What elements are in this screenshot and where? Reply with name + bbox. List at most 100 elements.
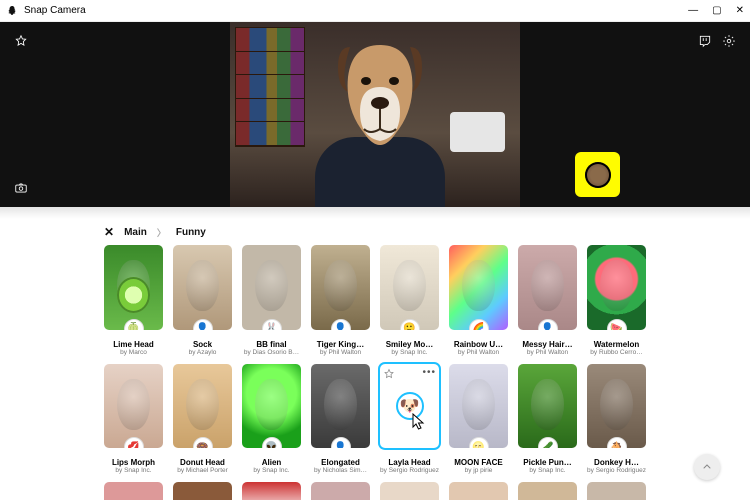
lens-card[interactable] [449,482,508,500]
capture-button[interactable] [10,177,32,199]
lens-name: BB final [242,340,301,349]
lens-card[interactable]: 🌝MOON FACEby jp pirie [449,364,508,475]
lens-name: Messy Hair… [518,340,577,349]
lens-browser: ✕ Main 〉 Funny 🍈Lime Headby Marco👤Sockby… [0,219,750,500]
lens-thumbnail[interactable]: 💋 [104,364,163,449]
background-bookshelf [235,27,305,147]
lens-badge-icon: 🌝 [469,437,489,448]
lens-card[interactable]: 👤Elongatedby Nicholas Sim… [311,364,370,475]
window-titlebar: Snap Camera — ▢ ✕ [0,0,750,22]
lens-author: by Azaylo [173,349,232,356]
lens-name: Donkey H… [587,458,646,467]
lens-card[interactable]: 🥒 Pickle Pun…by Snap Inc. [518,364,577,475]
cursor-icon [412,413,426,436]
lens-name: Lime Head [104,340,163,349]
lens-card[interactable] [380,482,439,500]
lens-name: Pickle Pun… [518,458,577,467]
lens-badge-icon: 🙂 [400,319,420,330]
lens-badge-icon: 🍩 [193,437,213,448]
lens-thumbnail[interactable] [449,482,508,500]
lens-card[interactable]: 🙂Smiley Mo…by Snap Inc. [380,245,439,356]
window-minimize-button[interactable]: — [688,5,698,16]
lens-card[interactable]: 💋Lips Morphby Snap Inc. [104,364,163,475]
app-icon [6,5,18,17]
lens-card[interactable]: 🍉Watermelonby Rubbo Cerro… [587,245,646,356]
breadcrumb-root[interactable]: Main [124,227,147,238]
subject-torso [315,137,445,207]
lens-author: by Snap Inc. [242,467,301,474]
lens-card[interactable]: 👽 Alienby Snap Inc. [242,364,301,475]
lens-card[interactable]: •••🐶Layla Headby Sergio Rodriguez [380,364,439,475]
lens-card[interactable]: 🐴 Donkey H…by Sergio Rodriguez [587,364,646,475]
lens-card[interactable]: 🍩 Donut Headby Michael Porter [173,364,232,475]
lens-name: Tiger King… [311,340,370,349]
lens-author: by Michael Porter [173,467,232,474]
lens-card[interactable] [242,482,301,500]
lens-thumbnail[interactable]: 👤 [311,245,370,330]
lens-author: by Snap Inc. [104,467,163,474]
lens-name: Donut Head [173,458,232,467]
camera-feed [230,22,520,207]
lens-badge-icon: 👤 [331,319,351,330]
lens-name: Rainbow U… [449,340,508,349]
lens-badge-icon: 🥒 [538,437,558,448]
lens-card[interactable]: 👤Sockby Azaylo [173,245,232,356]
lens-thumbnail[interactable]: 🍈 [104,245,163,330]
more-icon[interactable]: ••• [422,367,436,378]
lens-card[interactable] [587,482,646,500]
lens-thumbnail[interactable]: 🐰 [242,245,301,330]
lens-thumbnail[interactable] [587,482,646,500]
lens-badge-icon: 🐰 [262,319,282,330]
lens-name: Alien [242,458,301,467]
lens-card[interactable]: 🍈Lime Headby Marco [104,245,163,356]
lens-author: by Sergio Rodriguez [587,467,646,474]
lens-thumbnail[interactable]: 🙂 [380,245,439,330]
lens-author: by Phil Walton [449,349,508,356]
favorite-button[interactable] [10,30,32,52]
lens-card[interactable]: 🌈 Rainbow U…by Phil Walton [449,245,508,356]
lens-thumbnail[interactable]: 🌈 [449,245,508,330]
lens-author: by Phil Walton [311,349,370,356]
lens-card[interactable] [518,482,577,500]
scroll-to-top-button[interactable] [694,454,720,480]
background-printer [450,112,505,152]
lens-badge-icon: 🍈 [124,319,144,330]
lens-card[interactable] [311,482,370,500]
lens-thumbnail[interactable] [104,482,163,500]
lens-author: by Sergio Rodriguez [380,467,439,474]
lens-thumbnail[interactable] [242,482,301,500]
lens-thumbnail[interactable]: 👽 [242,364,301,449]
lens-card[interactable] [173,482,232,500]
lens-author: by Phil Walton [518,349,577,356]
chevron-right-icon: 〉 [157,226,166,239]
lens-thumbnail[interactable]: 🍉 [587,245,646,330]
lens-thumbnail[interactable] [518,482,577,500]
lens-name: MOON FACE [449,458,508,467]
lens-thumbnail[interactable]: 👤 [173,245,232,330]
lens-card[interactable]: 👤 Messy Hair…by Phil Walton [518,245,577,356]
lens-author: by Nicholas Sim… [311,467,370,474]
lens-thumbnail[interactable]: 🥒 [518,364,577,449]
lens-thumbnail[interactable] [380,482,439,500]
lens-badge-icon: 👽 [262,437,282,448]
snapcode-badge[interactable] [575,152,620,197]
lens-thumbnail[interactable]: 👤 [518,245,577,330]
star-icon[interactable] [383,367,395,379]
lens-author: by Snap Inc. [518,467,577,474]
window-close-button[interactable]: ✕ [736,5,744,16]
lens-card[interactable]: 👤 Tiger King…by Phil Walton [311,245,370,356]
lens-card[interactable]: 🐰BB finalby Dias Osorio B… [242,245,301,356]
lens-badge-icon: 👤 [193,319,213,330]
lens-thumbnail[interactable]: •••🐶 [380,364,439,449]
lens-thumbnail[interactable] [173,482,232,500]
twitch-icon[interactable] [694,30,716,52]
lens-card[interactable] [104,482,163,500]
lens-thumbnail[interactable] [311,482,370,500]
lens-thumbnail[interactable]: 🍩 [173,364,232,449]
settings-button[interactable] [718,30,740,52]
lens-thumbnail[interactable]: 🐴 [587,364,646,449]
breadcrumb-close-button[interactable]: ✕ [104,225,114,239]
lens-thumbnail[interactable]: 👤 [311,364,370,449]
lens-thumbnail[interactable]: 🌝 [449,364,508,449]
window-maximize-button[interactable]: ▢ [712,5,721,16]
